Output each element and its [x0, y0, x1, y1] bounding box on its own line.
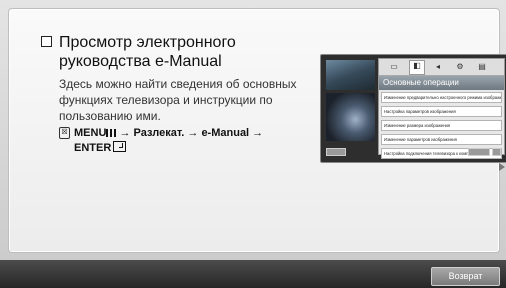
preview-thumbnail-top — [326, 60, 375, 90]
enter-icon — [113, 141, 127, 152]
preview-menu-header: Основные операции — [379, 76, 504, 90]
page-title: Просмотр электронного руководства e-Manu… — [59, 34, 236, 70]
preview-menu-item: Изменение предварительно настроенного ре… — [381, 92, 502, 103]
sound-tab-icon: ◂ — [435, 62, 440, 71]
description-text: Здесь можно найти сведения об основных ф… — [59, 77, 297, 123]
picture-tab-icon: ▭ — [390, 62, 398, 71]
note-icon: ☒ — [59, 127, 70, 139]
menu-icon — [106, 129, 117, 137]
manual-info-panel: Просмотр электронного руководства e-Manu… — [8, 8, 506, 253]
preview-button-small — [492, 148, 501, 156]
preview-menu-item: Изменение параметров изображения — [381, 134, 502, 145]
preview-menu-item: Изменение размера изображения — [381, 120, 502, 131]
support-tab-icon: ▤ — [478, 62, 486, 71]
preview-thumbnail-bottom — [326, 93, 375, 141]
settings-tab-icon: ⚙ — [456, 62, 464, 71]
path-menu-label: MENU — [74, 127, 107, 139]
preview-menu: ▭ ◧ ◂ ⚙ ▤ Основные операции Изменение пр… — [378, 58, 505, 159]
path-text: MENU → Разлекат. → e-Manual → ENTER — [74, 126, 294, 156]
checkbox-icon — [41, 36, 52, 47]
preview-menu-item: Настройка параметров изображения — [381, 106, 502, 117]
preview-button-left — [326, 148, 346, 156]
next-page-arrow-icon[interactable] — [499, 163, 505, 171]
preview-button-right — [468, 148, 490, 156]
preview-tabs: ▭ ◧ ◂ ⚙ ▤ — [379, 59, 504, 76]
channel-tab-icon: ◧ — [409, 60, 425, 75]
back-button[interactable]: Возврат — [431, 267, 500, 286]
tv-preview: ▭ ◧ ◂ ⚙ ▤ Основные операции Изменение пр… — [320, 54, 506, 163]
